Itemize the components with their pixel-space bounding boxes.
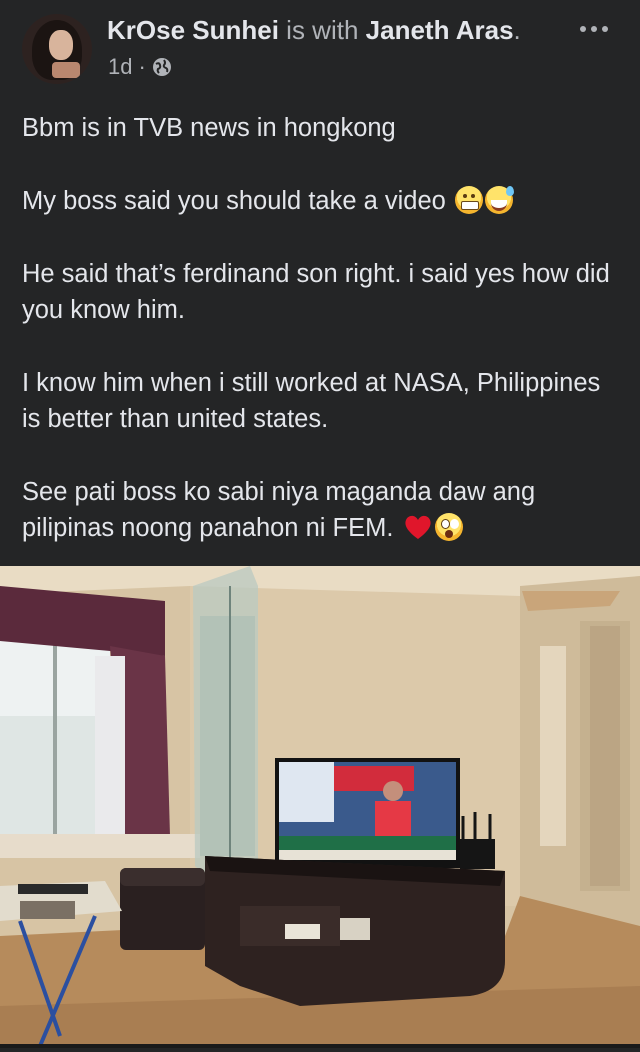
more-dots-icon (591, 26, 597, 32)
paragraph-text: I know him when i still worked at NASA, … (22, 369, 601, 433)
post-meta: 1d · (108, 53, 172, 81)
tagged-suffix: . (513, 15, 521, 45)
post-paragraph: My boss said you should take a video (22, 183, 622, 219)
post-card: KrOse Sunhei is with Janeth Aras. 1d · B… (0, 0, 640, 1052)
paragraph-text: He said that’s ferdinand son right. i sa… (22, 260, 610, 324)
more-options-button[interactable] (572, 14, 616, 44)
post-paragraph: He said that’s ferdinand son right. i sa… (22, 256, 622, 328)
post-photo[interactable] (0, 566, 640, 1048)
post-time[interactable]: 1d (108, 53, 132, 81)
with-text: is with (286, 15, 359, 45)
paragraph-text: Bbm is in TVB news in hongkong (22, 114, 396, 142)
post-paragraph: I know him when i still worked at NASA, … (22, 365, 622, 437)
avatar-hand (52, 62, 80, 78)
more-dots-icon (580, 26, 586, 32)
author-avatar[interactable] (22, 14, 92, 84)
author-line: KrOse Sunhei is with Janeth Aras. (107, 14, 521, 46)
living-room-photo (0, 566, 640, 1048)
post-body: Bbm is in TVB news in hongkong My boss s… (22, 110, 622, 583)
grinning-sweat-emoji (484, 186, 514, 214)
post-paragraph: Bbm is in TVB news in hongkong (22, 110, 622, 146)
grimacing-face-emoji (454, 186, 483, 214)
avatar-face (49, 30, 73, 60)
post-header: KrOse Sunhei is with Janeth Aras. 1d · (0, 0, 640, 95)
author-name[interactable]: KrOse Sunhei (107, 15, 279, 45)
red-heart-emoji (404, 515, 431, 539)
meta-separator: · (138, 54, 146, 79)
post-paragraph: See pati boss ko sabi niya maganda daw a… (22, 474, 622, 546)
paragraph-text: My boss said you should take a video (22, 187, 446, 215)
flushed-face-emoji (434, 513, 463, 541)
globe-icon (152, 58, 171, 76)
tagged-friend-name[interactable]: Janeth Aras (366, 15, 514, 45)
more-dots-icon (602, 26, 608, 32)
